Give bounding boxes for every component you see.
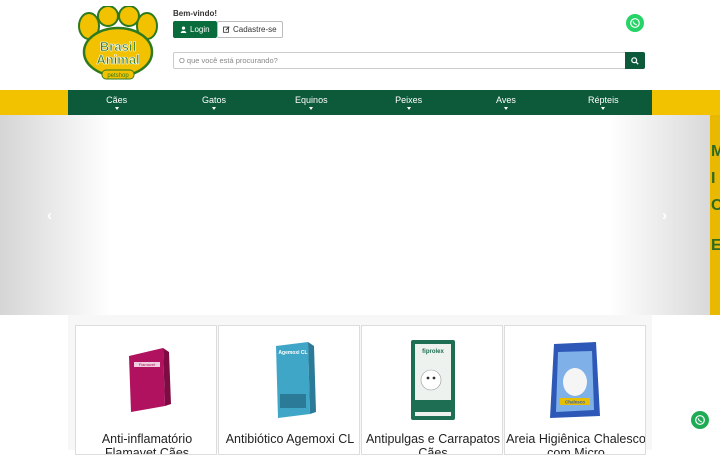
nav-label: Gatos — [201, 95, 226, 105]
brasil-animal-logo[interactable]: Brasil Animal petshop — [74, 6, 162, 84]
whatsapp-icon[interactable] — [626, 14, 644, 32]
chevron-right-icon[interactable]: › — [662, 207, 667, 224]
svg-text:Flamavet: Flamavet — [139, 362, 156, 367]
signup-label: Cadastre-se — [233, 25, 277, 34]
caret-down-icon — [601, 107, 606, 110]
product-image: Chalesco — [550, 342, 600, 418]
caret-down-icon — [406, 107, 411, 110]
next-slide-peek: MICE — [710, 115, 720, 315]
nav-item-gatos[interactable]: Gatos — [165, 90, 262, 115]
banner-carousel: MICE ‹ › — [0, 115, 720, 315]
product-image: fiprolex — [411, 340, 455, 420]
nav-label: Répteis — [588, 95, 619, 105]
svg-text:petshop: petshop — [107, 73, 129, 79]
nav-label: Equinos — [295, 95, 328, 105]
login-button[interactable]: Login — [173, 21, 217, 38]
search-button[interactable] — [625, 52, 645, 69]
nav-item-caes[interactable]: Cães — [68, 90, 165, 115]
product-name[interactable]: Antibiótico Agemoxi CL — [219, 432, 359, 446]
nav-label: Cães — [106, 95, 128, 105]
product-card[interactable]: fiprolex Antipulgas e Carrapatos Cães — [361, 325, 503, 455]
caret-down-icon — [211, 107, 216, 110]
product-name[interactable]: Areia Higiênica Chalesco com Micro — [505, 432, 645, 454]
product-image: Agemoxi CL — [276, 342, 316, 418]
svg-text:fiprolex: fiprolex — [422, 349, 444, 355]
svg-text:Chalesco: Chalesco — [565, 400, 585, 405]
svg-text:Animal: Animal — [96, 52, 139, 67]
user-icon — [180, 26, 187, 33]
caret-down-icon — [309, 107, 314, 110]
welcome-text: Bem-vindo! — [173, 9, 217, 18]
caret-down-icon — [114, 107, 119, 110]
nav-item-aves[interactable]: Aves — [457, 90, 554, 115]
svg-text:Agemoxi CL: Agemoxi CL — [278, 350, 307, 356]
whatsapp-float-icon[interactable] — [691, 411, 709, 429]
nav-label: Peixes — [395, 95, 423, 105]
login-label: Login — [190, 25, 210, 34]
carousel-fade-left — [0, 115, 110, 315]
search-bar — [173, 52, 645, 69]
nav-item-equinos[interactable]: Equinos — [263, 90, 360, 115]
site-header: Brasil Animal petshop Bem-vindo! Login C… — [0, 0, 720, 90]
search-icon — [631, 56, 639, 65]
edit-icon — [223, 26, 230, 33]
product-card[interactable]: Flamavet Anti-inflamatório Flamavet Cães — [75, 325, 217, 455]
nav-label: Aves — [496, 95, 516, 105]
product-card[interactable]: Chalesco Areia Higiênica Chalesco com Mi… — [504, 325, 646, 455]
nav-item-peixes[interactable]: Peixes — [360, 90, 457, 115]
product-name[interactable]: Antipulgas e Carrapatos Cães — [362, 432, 502, 454]
signup-button[interactable]: Cadastre-se — [217, 21, 283, 38]
chevron-left-icon[interactable]: ‹ — [47, 207, 52, 224]
category-nav: Cães Gatos Equinos Peixes Aves Répteis — [68, 90, 652, 115]
product-grid: Flamavet Anti-inflamatório Flamavet Cães… — [68, 315, 652, 455]
caret-down-icon — [503, 107, 508, 110]
product-name[interactable]: Anti-inflamatório Flamavet Cães — [76, 432, 216, 454]
nav-item-repteis[interactable]: Répteis — [555, 90, 652, 115]
product-image: Flamavet — [129, 348, 171, 412]
product-card[interactable]: Agemoxi CL Antibiótico Agemoxi CL — [218, 325, 360, 455]
search-input[interactable] — [173, 52, 625, 69]
